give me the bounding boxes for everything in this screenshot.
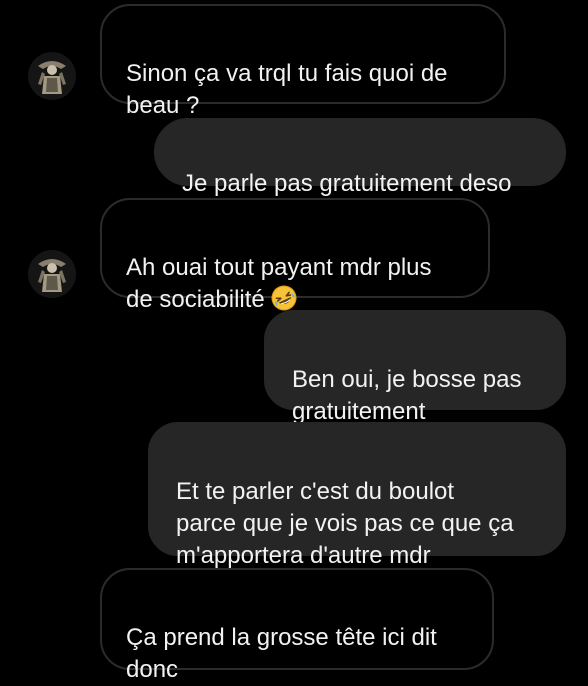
contact-avatar[interactable] [28,250,76,298]
message-bubble-sent[interactable]: Ben oui, je bosse pas gratuitement [264,310,566,425]
message-bubble-sent[interactable]: Je parle pas gratuitement deso [154,118,566,197]
message-text: Et te parler c'est du boulot parce que j… [176,478,514,569]
contact-avatar-icon [28,52,76,100]
contact-avatar[interactable] [28,52,76,100]
message-bubble-received[interactable]: Sinon ça va trql tu fais quoi de beau ? [100,4,506,119]
message-bubble-received[interactable]: Ah ouai tout payant mdr plus de sociabil… [100,198,490,313]
message-text: Je parle pas gratuitement deso [182,170,512,197]
message-bubble-received[interactable]: Ça prend la grosse tête ici dit donc [100,568,494,683]
message-text: Sinon ça va trql tu fais quoi de beau ? [126,60,448,119]
message-text: Ça prend la grosse tête ici dit donc [126,624,437,683]
rolling-on-floor-laughing-emoji-icon [271,285,297,311]
message-bubble-sent[interactable]: Et te parler c'est du boulot parce que j… [148,422,566,569]
message-text: Ben oui, je bosse pas gratuitement [292,366,522,425]
contact-avatar-icon [28,250,76,298]
